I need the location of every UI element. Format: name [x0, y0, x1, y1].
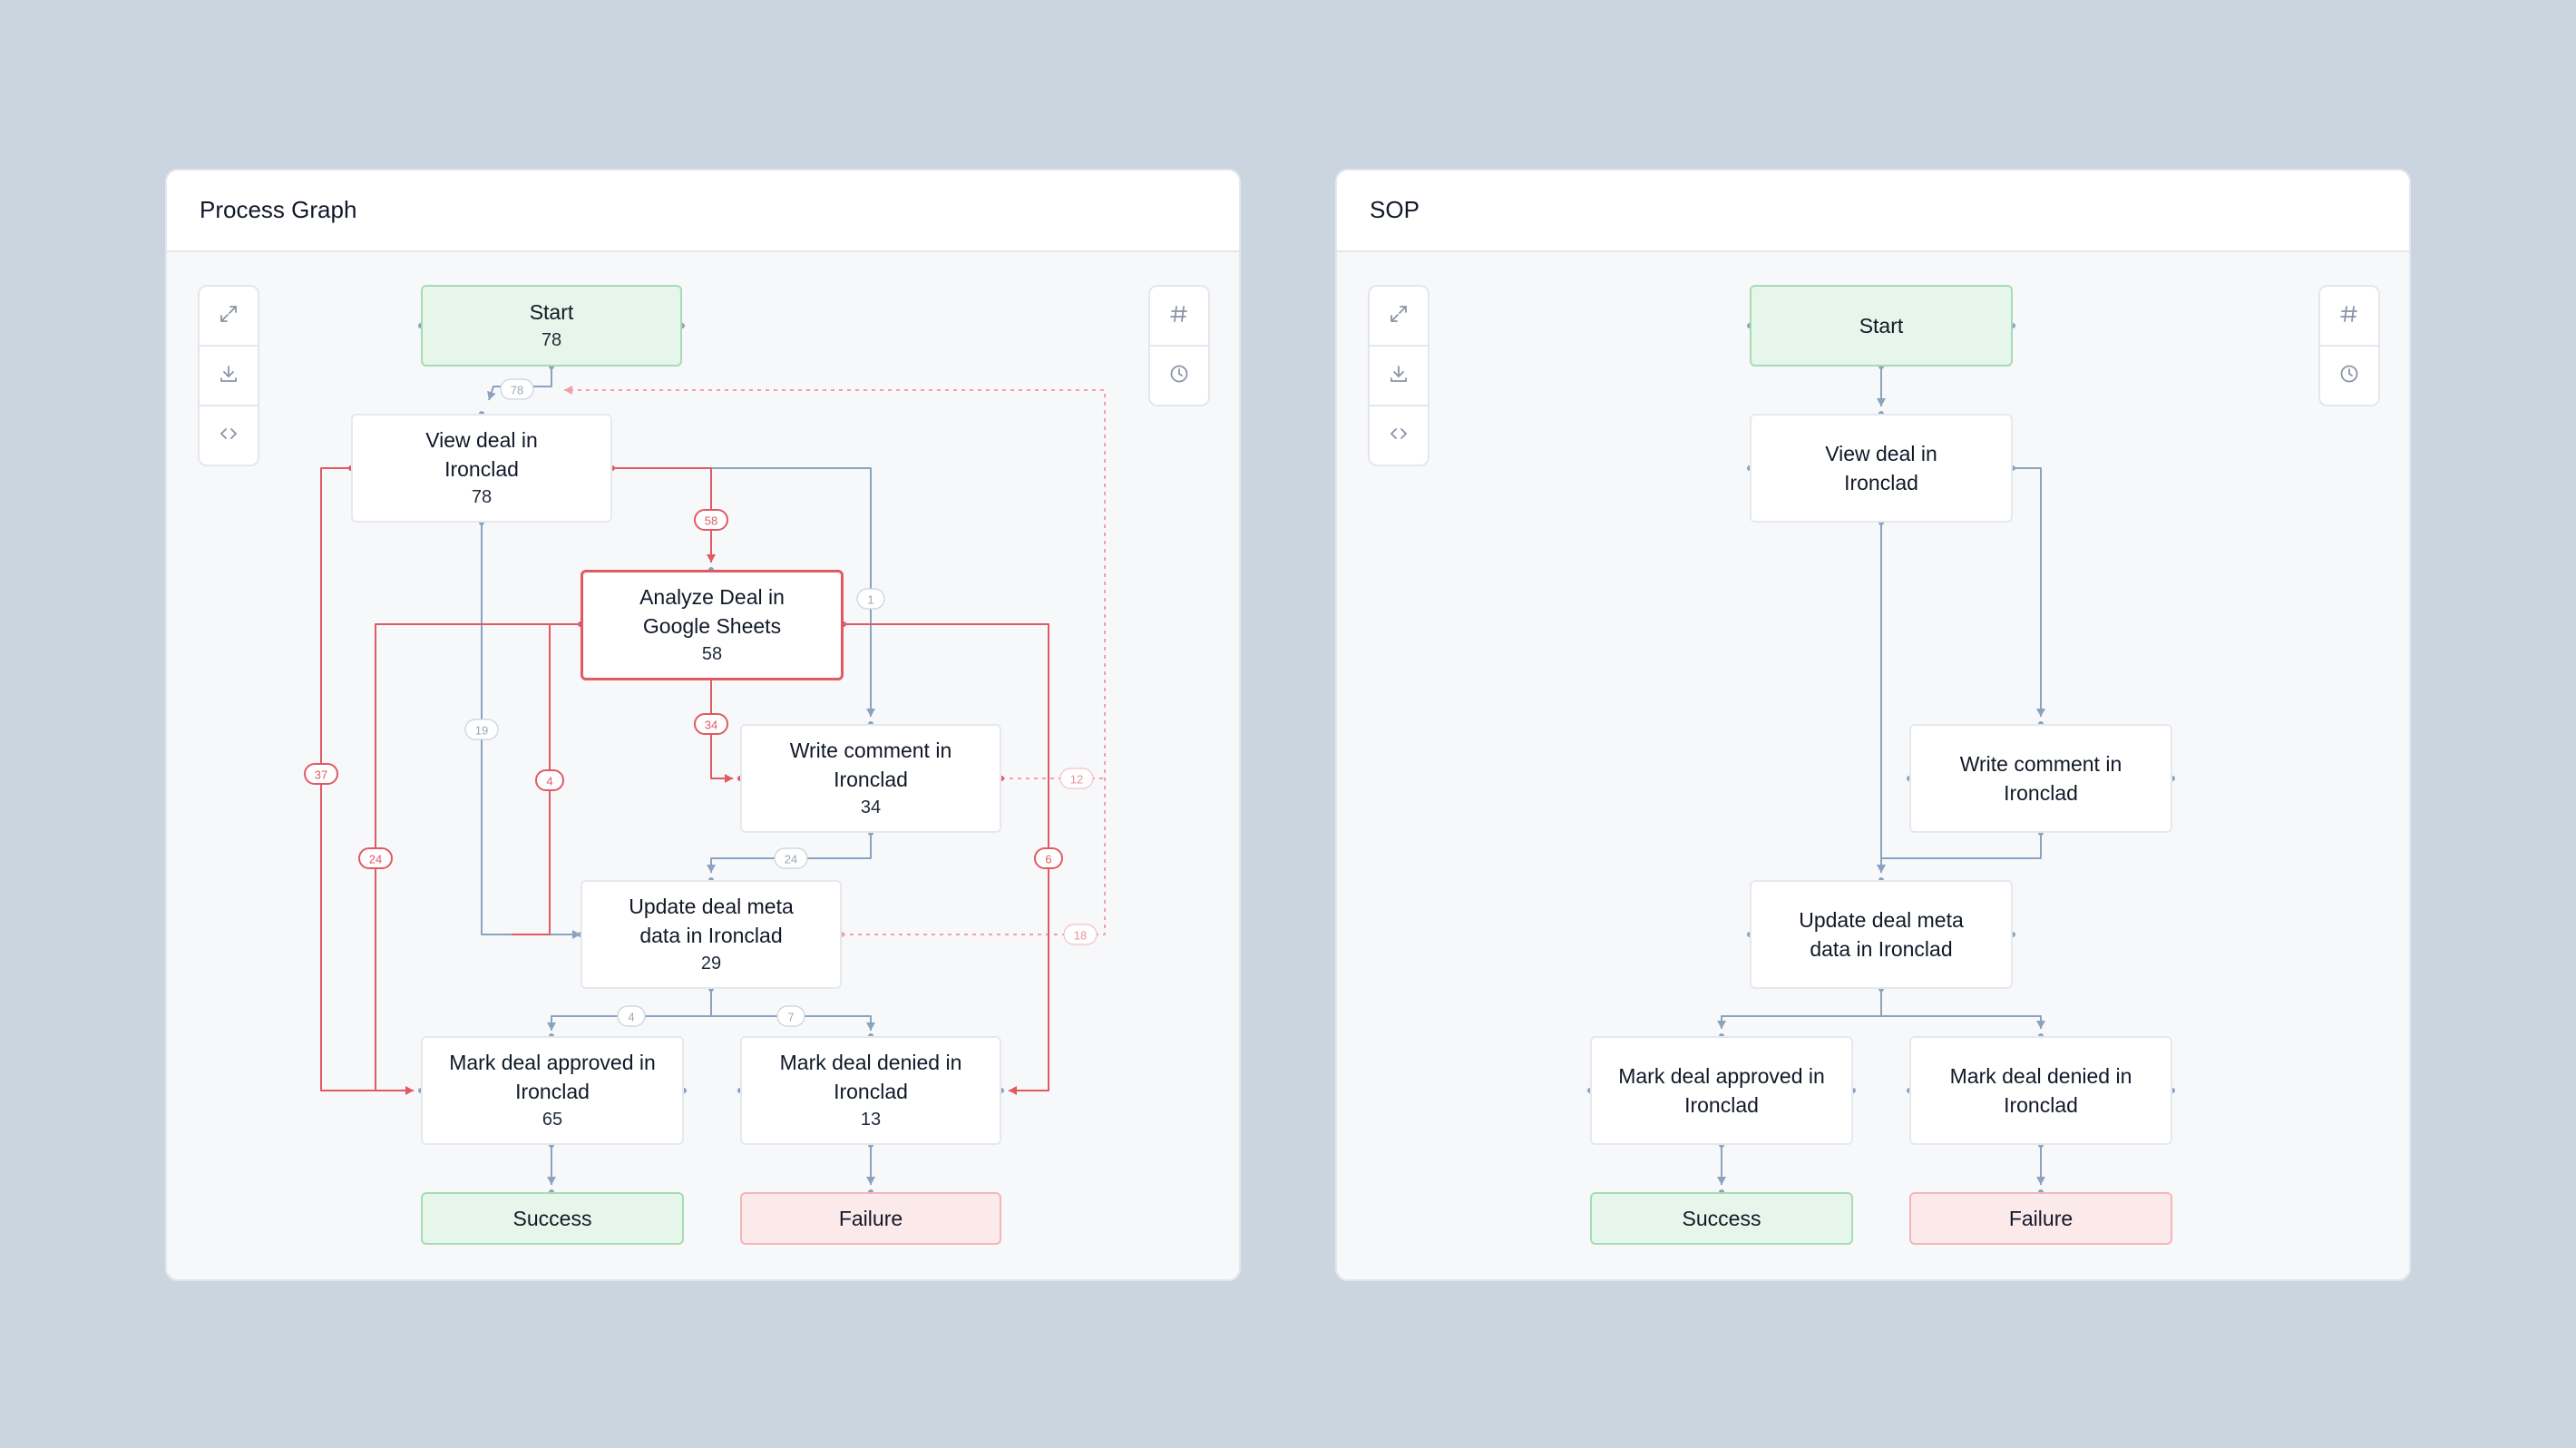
edge-arrowhead	[707, 554, 716, 563]
node-label: View deal in Ironclad	[425, 428, 538, 481]
node-start[interactable]: Start	[1750, 285, 2013, 367]
process-graph-panel: Process Graph 78 18 12 58 1 19 37 34 4 24 6 24 4 7 St…	[165, 169, 1241, 1281]
node-label: Write comment in Ironclad	[1959, 752, 2122, 805]
edge-count-badge: 6	[1034, 847, 1063, 869]
node-update-deal[interactable]: Update deal meta data in Ironclad	[1750, 880, 2013, 989]
node-view-deal[interactable]: View deal in Ironclad 78	[351, 414, 612, 523]
node-label: Success	[512, 1207, 592, 1230]
node-label: Mark deal denied in Ironclad	[1949, 1064, 2132, 1117]
edge-count-badge: 7	[776, 1005, 805, 1027]
badge-count: 58	[705, 514, 717, 528]
badge-count: 34	[705, 719, 717, 732]
edge-count-badge: 12	[1059, 768, 1094, 789]
edge-arrowhead	[405, 1086, 414, 1095]
badge-count: 24	[369, 853, 382, 866]
node-label: Failure	[2008, 1207, 2073, 1230]
node-count: 65	[542, 1110, 563, 1130]
node-label: Write comment in Ironclad	[789, 739, 952, 791]
edge-arrowhead	[725, 774, 733, 783]
edge-count-badge: 37	[304, 763, 338, 785]
node-count: 58	[701, 644, 723, 664]
node-write-comment[interactable]: Write comment in Ironclad 34	[740, 724, 1001, 833]
node-label: Start	[1859, 314, 1904, 338]
edge-arrowhead	[2036, 709, 2045, 717]
edge-count-badge: 24	[774, 847, 808, 869]
node-success[interactable]: Success	[1590, 1192, 1853, 1245]
edge-count-badge: 19	[464, 719, 499, 740]
node-label: Failure	[838, 1207, 903, 1230]
node-start[interactable]: Start 78	[421, 285, 682, 367]
edge-arrowhead	[707, 865, 716, 873]
edge-arrowhead	[1009, 1086, 1017, 1095]
edge-arrowhead	[2036, 1177, 2045, 1185]
node-label: Analyze Deal in Google Sheets	[639, 585, 785, 638]
badge-count: 4	[628, 1011, 634, 1024]
edge-arrowhead	[1877, 398, 1886, 406]
node-label: Success	[1682, 1207, 1761, 1230]
edge-count-badge: 34	[694, 713, 728, 735]
edge-count-badge: 78	[500, 378, 534, 400]
badge-count: 24	[785, 853, 797, 866]
node-label: Mark deal approved in Ironclad	[449, 1051, 656, 1103]
node-count: 78	[541, 330, 562, 350]
edge-arrowhead	[1717, 1021, 1726, 1029]
edge-arrowhead	[564, 386, 572, 395]
node-update-deal[interactable]: Update deal meta data in Ironclad 29	[581, 880, 842, 989]
node-analyze-deal[interactable]: Analyze Deal in Google Sheets 58	[581, 570, 844, 680]
edge-count-badge: 4	[617, 1005, 646, 1027]
edge-view-write	[2013, 467, 2042, 717]
edge-update-approved	[1721, 989, 1882, 1029]
edge-arrowhead	[547, 1022, 556, 1031]
edge-arrowhead	[2036, 1021, 2045, 1029]
node-label: Update deal meta data in Ironclad	[629, 895, 794, 947]
node-count: 78	[471, 487, 493, 507]
badge-count: 18	[1074, 929, 1087, 943]
node-mark-approved[interactable]: Mark deal approved in Ironclad	[1590, 1036, 1853, 1145]
node-mark-denied[interactable]: Mark deal denied in Ironclad	[1909, 1036, 2172, 1145]
node-failure[interactable]: Failure	[740, 1192, 1001, 1245]
node-label: Start	[529, 300, 574, 324]
sop-panel: SOP Start View deal in Ironclad Write co…	[1335, 169, 2411, 1281]
node-count: 29	[700, 954, 722, 973]
node-write-comment[interactable]: Write comment in Ironclad	[1909, 724, 2172, 833]
edge-arrowhead	[866, 1177, 875, 1185]
node-label: Update deal meta data in Ironclad	[1799, 908, 1964, 961]
edge-arrowhead	[1877, 865, 1886, 873]
edge-arrowhead	[547, 1177, 556, 1185]
badge-count: 37	[315, 768, 327, 782]
badge-count: 4	[546, 775, 552, 788]
edge-count-badge: 4	[535, 769, 564, 791]
node-count: 34	[860, 797, 882, 817]
badge-count: 78	[511, 384, 523, 397]
node-failure[interactable]: Failure	[1909, 1192, 2172, 1245]
badge-count: 7	[787, 1011, 794, 1024]
node-label: View deal in Ironclad	[1825, 442, 1937, 494]
edge-count-badge: 18	[1063, 924, 1098, 945]
edge-write-update	[1880, 833, 2042, 873]
edge-arrowhead	[866, 1022, 875, 1031]
node-mark-denied[interactable]: Mark deal denied in Ironclad 13	[740, 1036, 1001, 1145]
node-success[interactable]: Success	[421, 1192, 684, 1245]
badge-count: 6	[1045, 853, 1051, 866]
node-count: 13	[860, 1110, 882, 1130]
edge-update-denied	[1880, 989, 2042, 1029]
node-mark-approved[interactable]: Mark deal approved in Ironclad 65	[421, 1036, 684, 1145]
edge-count-badge: 24	[358, 847, 393, 869]
node-label: Mark deal approved in Ironclad	[1618, 1064, 1825, 1117]
badge-count: 19	[475, 724, 488, 738]
edge-count-badge: 1	[856, 588, 885, 610]
node-label: Mark deal denied in Ironclad	[779, 1051, 962, 1103]
badge-count: 1	[867, 593, 873, 607]
process-graph-edges: 78 18 12 58 1 19 37 34 4 24 6 24 4 7	[304, 323, 1106, 1195]
edge-arrowhead	[866, 709, 875, 717]
badge-count: 12	[1070, 773, 1083, 787]
edge-arrowhead	[1717, 1177, 1726, 1185]
edge-count-badge: 58	[694, 509, 728, 531]
node-view-deal[interactable]: View deal in Ironclad	[1750, 414, 2013, 523]
edge-analyze-denied	[844, 623, 1049, 1091]
